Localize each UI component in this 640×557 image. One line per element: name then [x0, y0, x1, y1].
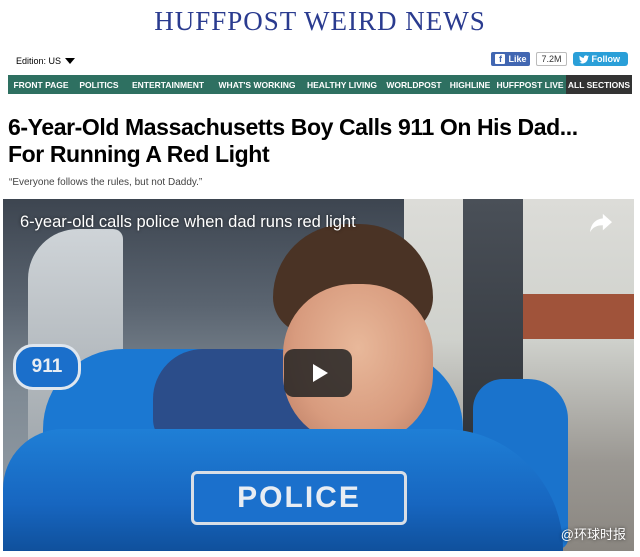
social-buttons: f Like 7.2M Follow: [491, 52, 628, 66]
twitter-follow-button[interactable]: Follow: [572, 52, 628, 66]
facebook-icon: f: [495, 54, 506, 64]
headline-line-1: 6-Year-Old Massachusetts Boy Calls 911 O…: [8, 114, 578, 140]
nav-politics[interactable]: POLITICS: [74, 75, 124, 94]
car-police-plate: POLICE: [191, 471, 407, 525]
share-icon[interactable]: [590, 213, 612, 233]
article-subhead: “Everyone follows the rules, but not Dad…: [9, 177, 203, 188]
facebook-like-count: 7.2M: [536, 52, 567, 66]
headline-line-2: For Running A Red Light: [8, 141, 270, 167]
play-icon: [312, 364, 328, 382]
article-headline: 6-Year-Old Massachusetts Boy Calls 911 O…: [8, 114, 628, 168]
video-title[interactable]: 6-year-old calls police when dad runs re…: [20, 213, 356, 232]
edition-label: Edition: US: [16, 56, 62, 66]
twitter-follow-label: Follow: [591, 54, 621, 64]
edition-selector[interactable]: Edition: US: [16, 56, 76, 66]
nav-whats-working[interactable]: WHAT'S WORKING: [212, 75, 302, 94]
chevron-down-icon: [65, 58, 76, 64]
nav-entertainment[interactable]: ENTERTAINMENT: [124, 75, 212, 94]
car-911-badge: 911: [13, 344, 81, 390]
facebook-like-button[interactable]: f Like: [491, 52, 531, 66]
nav-front-page[interactable]: FRONT PAGE: [8, 75, 74, 94]
section-nav: FRONT PAGE POLITICS ENTERTAINMENT WHAT'S…: [8, 75, 632, 94]
site-logo[interactable]: HUFFPOST WEIRD NEWS: [0, 6, 640, 37]
facebook-like-label: Like: [508, 54, 527, 64]
play-button[interactable]: [284, 349, 352, 397]
nav-all-sections[interactable]: ALL SECTIONS: [566, 75, 632, 94]
nav-healthy-living[interactable]: HEALTHY LIVING: [302, 75, 382, 94]
nav-worldpost[interactable]: WORLDPOST: [382, 75, 446, 94]
watermark: @环球时报: [560, 527, 626, 542]
twitter-bird-icon: [578, 54, 589, 63]
video-player[interactable]: 911 POLICE 6-year-old calls police when …: [3, 199, 634, 551]
nav-huffpost-live[interactable]: HUFFPOST LIVE: [494, 75, 566, 94]
nav-highline[interactable]: HIGHLINE: [446, 75, 494, 94]
